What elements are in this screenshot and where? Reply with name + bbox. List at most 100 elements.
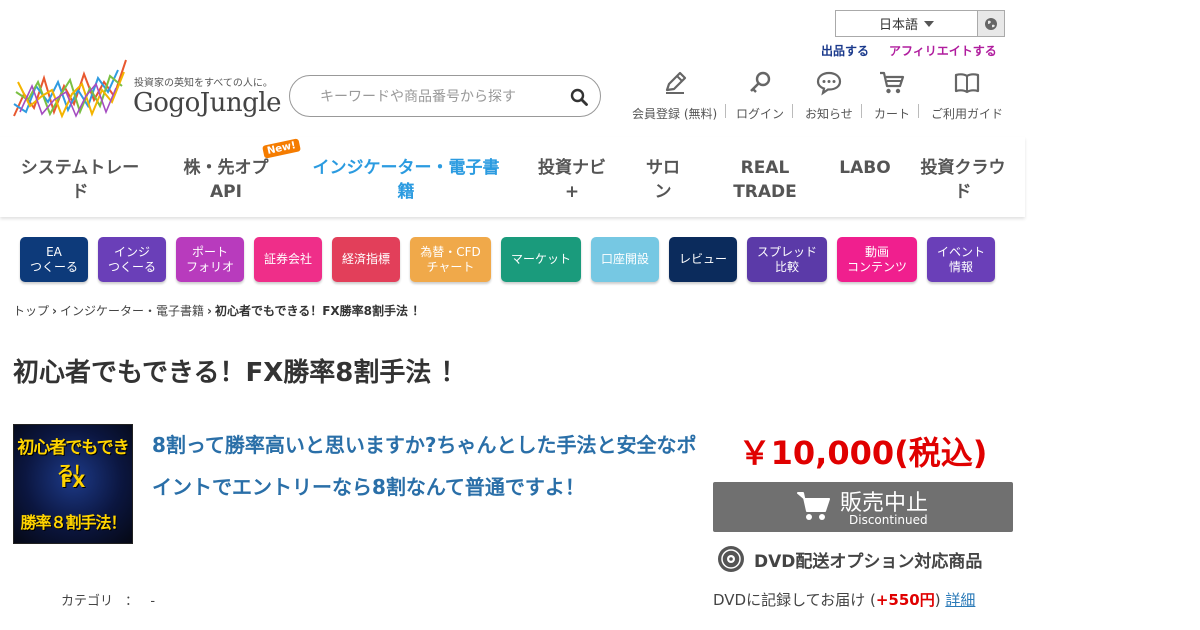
main-nav-label: 籍 <box>397 182 415 202</box>
pencil-icon <box>665 71 686 94</box>
nav-register-label: 会員登録 (無料) <box>632 107 718 121</box>
main-nav-label: API <box>210 182 242 202</box>
category-meta-value: - <box>150 594 156 609</box>
category-label: つくーる <box>107 259 156 274</box>
main-nav-labo[interactable]: LABO <box>836 156 894 180</box>
category-label: 為替・CFD <box>420 244 481 259</box>
main-nav-label: ド <box>954 182 972 202</box>
sell-link[interactable]: 出品する <box>821 42 869 59</box>
breadcrumb: トップ › インジケーター・電子書籍 › 初心者でもできる！FX勝率8割手法 ！ <box>13 302 424 319</box>
catch-copy: 8割って勝率高いと思いますか?ちゃんとした手法と安全なポイントでエントリーなら8… <box>152 433 697 499</box>
category-account-opening[interactable]: 口座開設 <box>591 237 659 282</box>
category-review[interactable]: レビュー <box>669 237 737 282</box>
main-nav-label: システムトレー <box>20 158 140 178</box>
category-spread-comparison[interactable]: スプレッド 比較 <box>747 237 827 282</box>
chat-bubble-icon <box>816 71 841 96</box>
category-video-content[interactable]: 動画 コンテンツ <box>837 237 917 282</box>
category-label: フォリオ <box>185 259 234 274</box>
category-label: ポート <box>191 244 228 259</box>
dvd-option-price: +550円 <box>875 591 935 609</box>
product-price: ￥10,000(税込) <box>738 434 988 472</box>
category-label: イベント <box>936 244 985 259</box>
category-market[interactable]: マーケット <box>501 237 581 282</box>
category-meta: カテゴリ ： - <box>61 590 155 609</box>
breadcrumb-category[interactable]: インジケーター・電子書籍 <box>60 302 204 319</box>
category-indi-tsukuru[interactable]: インジ つくーる <box>98 237 166 282</box>
cart-icon <box>880 71 905 94</box>
main-nav-label: + <box>564 182 580 202</box>
search-box <box>289 75 601 117</box>
dvd-note: DVDに記録してお届け (+550円) 詳細 <box>713 589 975 610</box>
category-label: 口座開設 <box>600 252 649 266</box>
discontinued-button[interactable]: 販売中止 Discontinued <box>713 482 1013 532</box>
cover-text: 勝率８割手法！ <box>20 513 126 532</box>
category-label: EA <box>46 244 62 259</box>
category-economic-indicators[interactable]: 経済指標 <box>332 237 400 282</box>
main-nav-label: ド <box>71 182 89 202</box>
nav-notifications-label: お知らせ <box>805 107 853 121</box>
nav-cart[interactable]: カート <box>874 70 920 122</box>
main-nav-label: LABO <box>839 158 891 178</box>
main-nav-investment-navi[interactable]: 投資ナビ + <box>534 156 610 204</box>
chevron-down-icon <box>924 20 934 27</box>
nav-login-label: ログイン <box>736 107 785 121</box>
category-label: レビュー <box>678 252 727 266</box>
breadcrumb-top[interactable]: トップ <box>13 302 49 319</box>
main-nav-label: REAL <box>740 158 790 178</box>
nav-notifications[interactable]: お知らせ <box>805 70 862 122</box>
globe-icon[interactable] <box>977 10 1005 37</box>
language-select[interactable]: 日本語 <box>835 10 978 37</box>
dvd-note-text: DVDに記録してお届け ( <box>713 591 876 609</box>
category-label: 経済指標 <box>341 252 390 266</box>
category-label: つくーる <box>29 259 78 274</box>
main-nav-label: インジケーター・電子書 <box>312 158 500 178</box>
category-fx-cfd-chart[interactable]: 為替・CFD チャート <box>410 237 491 282</box>
page-title: 初心者でもできる！FX勝率8割手法 ！ <box>13 358 467 388</box>
category-label: 情報 <box>948 259 973 274</box>
dvd-detail-link[interactable]: 詳細 <box>945 591 975 609</box>
category-label: 比較 <box>774 259 799 274</box>
dvd-note-text: ) <box>934 591 941 609</box>
logo[interactable] <box>12 56 130 122</box>
main-nav-indicators-ebooks[interactable]: インジケーター・電子書 籍 <box>306 156 506 204</box>
category-securities[interactable]: 証券会社 <box>254 237 322 282</box>
main-nav-label: 投資ナビ <box>538 158 606 178</box>
category-label: インジ <box>113 244 150 259</box>
main-nav-label: ン <box>654 182 672 202</box>
main-nav-investment-cloud[interactable]: 投資クラウ ド <box>916 156 1010 204</box>
nav-login[interactable]: ログイン <box>736 70 794 122</box>
brand-name: GogoJungle <box>133 88 281 118</box>
discontinued-sublabel: Discontinued <box>849 513 928 527</box>
nav-guide[interactable]: ご利用ガイド <box>931 70 1003 122</box>
category-portfolio[interactable]: ポート フォリオ <box>176 237 244 282</box>
breadcrumb-current: 初心者でもできる！FX勝率8割手法 ！ <box>214 304 425 318</box>
product-cover-image[interactable]: 初心者でもできる！ FX 勝率８割手法！ <box>13 424 133 544</box>
category-label: チャート <box>426 259 475 274</box>
book-icon <box>954 73 980 94</box>
main-nav-real-trade[interactable]: REAL TRADE <box>730 156 800 204</box>
category-ea-tsukuru[interactable]: EA つくーる <box>20 237 88 282</box>
category-label: スプレッド <box>756 244 817 259</box>
main-nav-stock-options[interactable]: 株・先オプ API <box>176 156 276 204</box>
main-nav-system-trade[interactable]: システムトレー ド <box>18 156 142 204</box>
main-nav-label: 株・先オプ <box>183 158 269 178</box>
search-input[interactable] <box>320 86 560 108</box>
category-label: コンテンツ <box>846 259 907 274</box>
nav-cart-label: カート <box>874 107 911 121</box>
category-event-info[interactable]: イベント 情報 <box>927 237 995 282</box>
category-meta-label: カテゴリ <box>61 594 114 609</box>
category-label: 動画 <box>864 244 889 259</box>
main-nav-salon[interactable]: サロ ン <box>640 156 686 204</box>
nav-register[interactable]: 会員登録 (無料) <box>632 70 727 122</box>
disc-icon <box>718 546 744 572</box>
language-label: 日本語 <box>878 18 918 33</box>
nav-guide-label: ご利用ガイド <box>931 107 1004 121</box>
dvd-option-title: DVD配送オプション対応商品 <box>754 551 983 572</box>
category-label: 証券会社 <box>263 252 312 266</box>
key-icon <box>750 71 771 93</box>
affiliate-link[interactable]: アフィリエイトする <box>889 42 997 59</box>
main-nav-label: 投資クラウ <box>920 158 1006 178</box>
dvd-option: DVD配送オプション対応商品 <box>717 545 982 573</box>
main-nav-label: TRADE <box>733 182 797 202</box>
search-icon[interactable] <box>570 88 588 106</box>
